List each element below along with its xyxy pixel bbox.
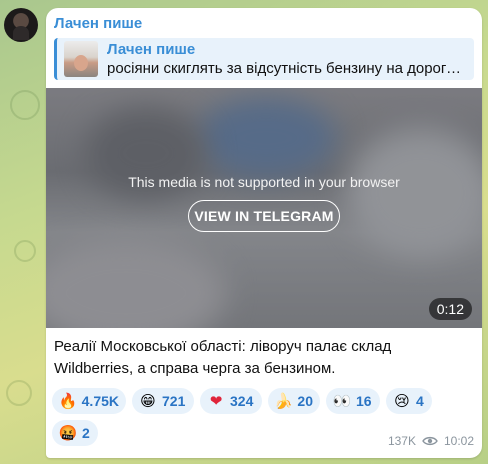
fire-icon: 🔥 [58, 392, 78, 410]
reply-preview[interactable]: Лачен пише росіяни скиглять за відсутніс… [54, 38, 474, 80]
video-media[interactable]: This media is not supported in your brow… [46, 88, 482, 328]
crying-icon: 😢 [394, 392, 410, 410]
reply-text: росіяни скиглять за відсутність бензину … [107, 60, 469, 77]
reply-sender-name: Лачен пише [107, 41, 196, 58]
grin-icon: 😁 [140, 392, 156, 410]
reply-thumbnail [64, 41, 98, 77]
unsupported-media-text: This media is not supported in your brow… [128, 174, 400, 190]
reaction-angry[interactable]: 🤬 2 [52, 420, 98, 446]
reaction-eyes[interactable]: 👀 16 [326, 388, 380, 414]
angry-icon: 🤬 [58, 424, 78, 442]
banana-icon: 🍌 [274, 392, 294, 410]
eyes-icon: 👀 [332, 392, 352, 410]
reaction-fire[interactable]: 🔥 4.75K [52, 388, 126, 414]
message-meta: 137K 10:02 [388, 434, 474, 448]
heart-icon: ❤ [209, 392, 223, 410]
video-duration: 0:12 [428, 298, 472, 320]
channel-avatar[interactable] [4, 8, 38, 42]
reaction-count: 324 [230, 393, 254, 409]
reaction-count: 4.75K [81, 393, 119, 409]
view-in-telegram-button[interactable]: VIEW IN TELEGRAM [188, 200, 340, 232]
background-doodle [6, 380, 32, 406]
message-bubble: Лачен пише Лачен пише росіяни скиглять з… [46, 8, 482, 458]
sender-name[interactable]: Лачен пише [54, 15, 142, 32]
reaction-count: 2 [82, 425, 90, 441]
background-doodle [14, 240, 36, 262]
reaction-banana[interactable]: 🍌 20 [268, 388, 320, 414]
message-time: 10:02 [443, 434, 474, 448]
reaction-count: 721 [162, 393, 186, 409]
eye-icon [422, 436, 438, 446]
message-caption: Реалії Московської області: ліворуч пала… [54, 338, 392, 377]
reaction-heart[interactable]: ❤ 324 [200, 388, 262, 414]
reaction-count: 16 [356, 393, 372, 409]
reaction-grin[interactable]: 😁 721 [132, 388, 194, 414]
reaction-count: 20 [297, 393, 313, 409]
reaction-count: 4 [416, 393, 424, 409]
reaction-crying[interactable]: 😢 4 [386, 388, 432, 414]
view-count: 137K [387, 434, 416, 448]
background-doodle [10, 90, 40, 120]
